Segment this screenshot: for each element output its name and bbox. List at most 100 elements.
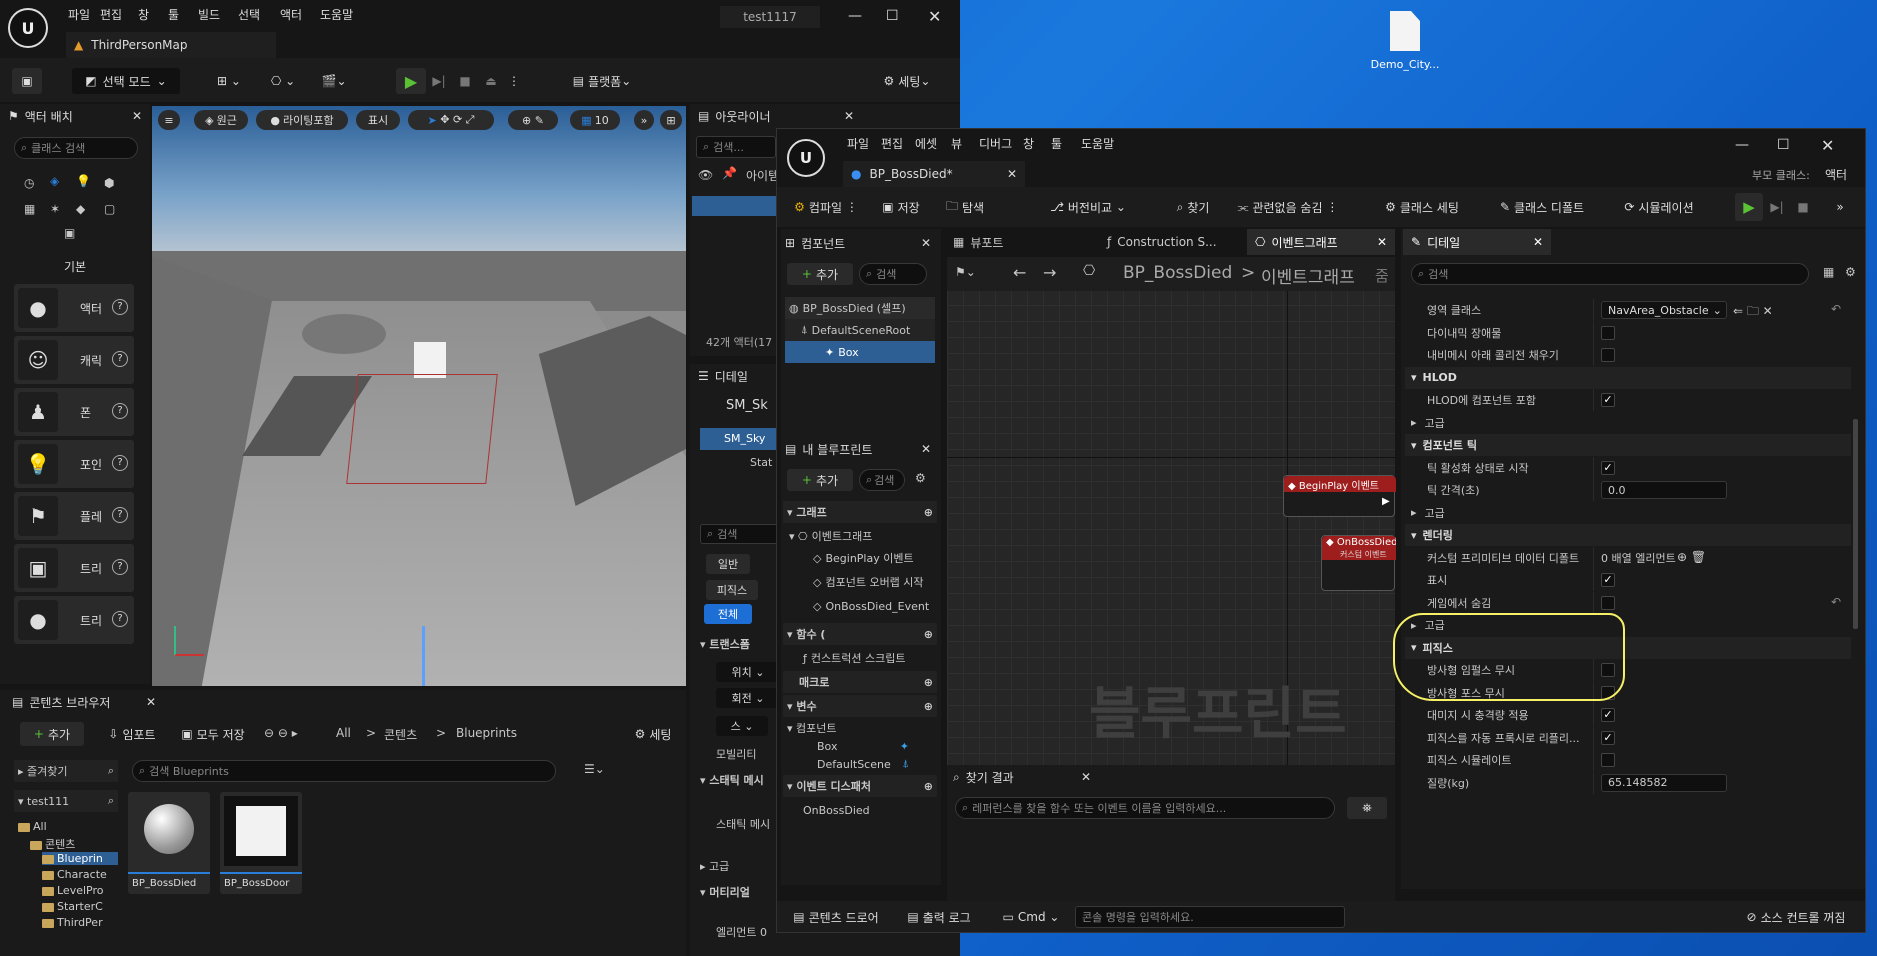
shape-icon[interactable]: ⬢	[104, 176, 114, 190]
hide-unrelated-button[interactable]: ⫘ 관련없음 숨김 ⋮	[1233, 193, 1343, 221]
details-section[interactable]: ▾ 렌더링	[1405, 524, 1851, 546]
construction-script-item[interactable]: ƒ 컨스트럭션 스크립트	[783, 647, 937, 669]
menu-item[interactable]: 도움말	[1081, 135, 1114, 152]
close-tab-icon[interactable]: ✕	[1377, 235, 1387, 249]
component-search-input[interactable]: ⌕ 검색	[859, 263, 927, 285]
menu-item[interactable]: 편집	[881, 135, 903, 152]
help-icon[interactable]: ?	[112, 455, 128, 471]
class-settings-button[interactable]: ⚙ 클래스 세팅	[1377, 193, 1467, 221]
play-button[interactable]: ▶	[396, 68, 426, 94]
select-mode-dropdown[interactable]: ◩ 선택 모드 ⌄	[72, 68, 180, 94]
recent-icon[interactable]: ◷	[24, 176, 34, 190]
cinematics-button[interactable]: 🎬⌄	[310, 68, 358, 94]
find-results-input[interactable]: ⌕ 레퍼런스를 찾을 함수 또는 이벤트 이름을 입력하세요...	[955, 797, 1335, 819]
path-blueprints[interactable]: Blueprints	[456, 726, 517, 740]
ue-logo[interactable]: U	[8, 8, 48, 48]
menu-item[interactable]: 빌드	[198, 6, 220, 23]
area-class-dropdown[interactable]: NavArea_Obstacle ⌄	[1601, 301, 1727, 319]
graph-section[interactable]: ▾ 그래프 ⊕	[783, 501, 937, 523]
event-item[interactable]: ◇ BeginPlay 이벤트	[783, 547, 937, 569]
close-panel-icon[interactable]: ✕	[844, 109, 854, 123]
component-root[interactable]: ⍋ DefaultSceneRoot	[785, 319, 935, 341]
menu-item[interactable]: 파일	[68, 6, 90, 23]
details-advanced[interactable]: ▸ 고급	[1405, 502, 1851, 524]
add-icon[interactable]: ⊕	[924, 700, 933, 713]
bp-asset-tab[interactable]: ● BP_BossDied* ✕	[843, 161, 1025, 187]
viewport-menu-button[interactable]: ≡	[158, 110, 180, 130]
viewport-more-button[interactable]: »	[634, 110, 654, 130]
actor-tile[interactable]: ● 트리?	[14, 596, 134, 644]
menu-item[interactable]: 창	[1023, 135, 1034, 152]
history-nav[interactable]: ⊖ ⊖ ▸	[264, 726, 298, 740]
table-view-icon[interactable]: ▦	[1823, 265, 1834, 279]
transform-tools[interactable]: ➤ ✥ ⟳ ⤢	[408, 110, 494, 130]
details-search-input[interactable]: ⌕ 검색	[1411, 263, 1809, 285]
close-panel-icon[interactable]: ✕	[1081, 770, 1091, 784]
play-options-button[interactable]: ⋮	[504, 68, 524, 94]
my-blueprint-search-input[interactable]: ⌕ 검색	[859, 469, 905, 491]
property-value-input[interactable]: 0.0	[1601, 481, 1727, 499]
node-onbossdied[interactable]: ◆ OnBossDied_ 커스텀 이벤트	[1321, 535, 1396, 591]
details-advanced[interactable]: ▸ 고급	[1405, 412, 1851, 434]
browse-asset-icons[interactable]: ⇐ 🗀 ✕	[1733, 302, 1773, 323]
filter-icon[interactable]: ☰⌄	[584, 762, 605, 776]
map-tab[interactable]: ▲ ThirdPersonMap	[66, 32, 276, 58]
import-button[interactable]: ⇩ 임포트	[100, 722, 164, 746]
layout-button[interactable]: ⊞	[660, 110, 682, 130]
actor-tile[interactable]: 💡 포인?	[14, 440, 134, 488]
close-button[interactable]: ✕	[1821, 136, 1834, 155]
asset-bp-bossdied[interactable]: BP_BossDied	[128, 792, 210, 894]
help-icon[interactable]: ?	[112, 351, 128, 367]
property-checkbox[interactable]: ✓	[1601, 573, 1615, 587]
all-classes-icon[interactable]: ▣	[64, 226, 75, 240]
component-add-button[interactable]: + 추가	[787, 263, 853, 285]
menu-item[interactable]: 액터	[280, 6, 302, 23]
more-toolbar-button[interactable]: »	[1825, 193, 1855, 221]
menu-item[interactable]: 디버그	[979, 135, 1012, 152]
add-remove-icons[interactable]: ⊕ 🗑	[1677, 550, 1706, 564]
path-content[interactable]: 콘텐츠	[384, 726, 417, 743]
event-graph-item[interactable]: ▾ ⎔ 이벤트그래프	[783, 525, 937, 547]
forward-icon[interactable]: →	[1043, 263, 1056, 282]
stop-button[interactable]: ■	[452, 68, 478, 94]
save-all-button[interactable]: ▣ 모두 저장	[174, 722, 252, 746]
filter-physics[interactable]: 피직스	[706, 580, 758, 600]
add-actor-button[interactable]: ⊞ ⌄	[208, 68, 250, 94]
property-checkbox[interactable]: ✓	[1601, 393, 1615, 407]
gear-icon[interactable]: ⚙	[1845, 265, 1856, 279]
menu-item[interactable]: 툴	[1051, 135, 1062, 152]
property-checkbox[interactable]	[1601, 753, 1615, 767]
close-panel-icon[interactable]: ✕	[921, 236, 931, 250]
macros-section[interactable]: 매크로 ⊕	[783, 671, 937, 693]
output-log-button[interactable]: ▤ 출력 로그	[899, 905, 979, 929]
snap-tools[interactable]: ⊕ ✎	[508, 110, 558, 130]
outliner-search-input[interactable]: ⌕ 검색...	[696, 136, 776, 158]
folder-tree-item[interactable]: 콘텐츠	[30, 836, 118, 852]
details-tab[interactable]: ✎ 디테일 ✕	[1403, 229, 1551, 255]
content-drawer-button[interactable]: ▤ 콘텐츠 드로어	[783, 905, 889, 929]
ue-logo[interactable]: U	[787, 139, 825, 177]
minimize-button[interactable]: —	[1735, 137, 1749, 153]
event-item[interactable]: ◇ 컴포넌트 오버랩 시작	[783, 571, 937, 593]
close-panel-icon[interactable]: ✕	[921, 442, 931, 456]
close-tab-icon[interactable]: ✕	[1533, 235, 1543, 249]
breadcrumb-root[interactable]: BP_BossDied	[1123, 263, 1232, 283]
dispatcher-item[interactable]: OnBossDied	[783, 799, 937, 821]
exec-pin-icon[interactable]: ▶	[1382, 496, 1390, 507]
folder-tree-item[interactable]: Characte	[42, 868, 118, 881]
cb-add-button[interactable]: + 추가	[20, 722, 84, 746]
property-checkbox[interactable]	[1601, 595, 1615, 610]
play-button[interactable]: ▶	[1735, 193, 1763, 221]
volume-icon[interactable]: ▢	[104, 202, 115, 216]
folder-tree-item[interactable]: Blueprin	[42, 852, 118, 865]
component-self[interactable]: ◍ BP_BossDied (셀프)	[785, 297, 935, 319]
outliner-selected-row[interactable]	[692, 196, 780, 216]
asset-bp-bossdoor[interactable]: BP_BossDoor	[220, 792, 302, 894]
cmd-dropdown[interactable]: ▭ Cmd ⌄	[997, 905, 1065, 929]
menu-item[interactable]: 선택	[238, 6, 260, 23]
add-icon[interactable]: ⊕	[924, 780, 933, 793]
stop-button[interactable]: ■	[1791, 193, 1815, 221]
class-defaults-button[interactable]: ✎ 클래스 디폴트	[1491, 193, 1593, 221]
menu-item[interactable]: 창	[138, 6, 149, 23]
filter-general[interactable]: 일반	[706, 554, 750, 574]
